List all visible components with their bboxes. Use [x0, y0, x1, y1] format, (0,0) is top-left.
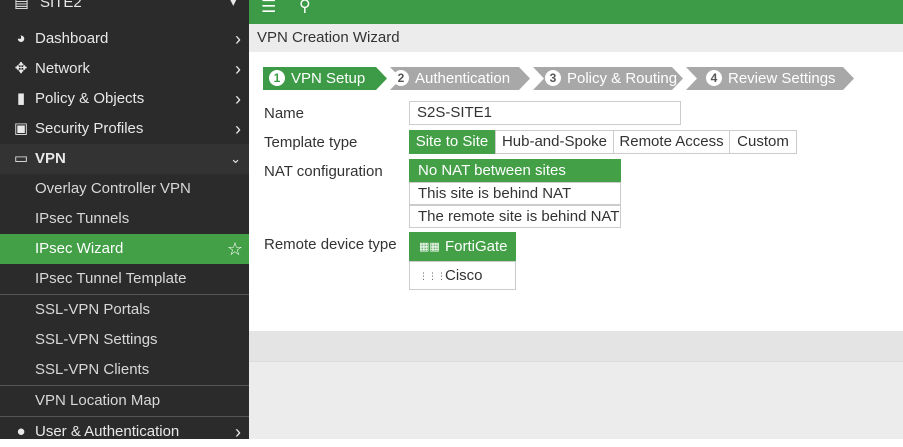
step-number: 4: [706, 70, 722, 86]
chevron-down-icon: ⌄: [230, 151, 241, 166]
sidebar-item-label: Network: [35, 60, 91, 77]
sidebar-subitem-ipsec-tunnel-template[interactable]: IPsec Tunnel Template: [0, 264, 249, 294]
device-label: FortiGate: [445, 238, 508, 255]
sidebar-item-label: VPN: [35, 150, 66, 167]
sidebar-item-policy-objects[interactable]: ▮ Policy & Objects ›: [0, 84, 249, 114]
nat-option-remote-site[interactable]: The remote site is behind NAT: [409, 205, 621, 228]
sidebar-subitem-vpn-location-map[interactable]: VPN Location Map: [0, 386, 249, 416]
sidebar-subitem-ipsec-tunnels[interactable]: IPsec Tunnels: [0, 204, 249, 234]
sidebar-subitem-label: IPsec Tunnels: [35, 210, 130, 227]
site-selector[interactable]: ▤ SITE2 ▾: [0, 0, 249, 14]
sidebar: ▤ SITE2 ▾ ◕ Dashboard › ✥ Network › ▮ Po…: [0, 0, 249, 442]
sidebar-item-label: Dashboard: [35, 30, 109, 47]
sidebar-item-label: User & Authentication: [35, 423, 180, 440]
sidebar-subitem-overlay-controller[interactable]: Overlay Controller VPN: [0, 174, 249, 204]
step-number: 1: [269, 70, 285, 86]
template-type-label: Template type: [264, 134, 358, 151]
name-label: Name: [264, 105, 305, 122]
top-bar: ☰ ⚲: [249, 0, 903, 24]
sidebar-item-vpn[interactable]: ▭ VPN ⌄: [0, 144, 249, 174]
nat-option-none[interactable]: No NAT between sites: [409, 159, 621, 182]
step-label: Review Settings: [728, 70, 836, 87]
name-input[interactable]: S2S-SITE1: [409, 101, 681, 125]
dashboard-icon: ◕: [16, 30, 26, 47]
chevron-right-icon: ›: [235, 89, 241, 109]
sidebar-subitem-ssl-vpn-settings[interactable]: SSL-VPN Settings: [0, 325, 249, 355]
sidebar-subitem-ssl-vpn-clients[interactable]: SSL-VPN Clients: [0, 355, 249, 385]
cisco-icon: ⋮⋮⋮: [419, 271, 446, 281]
step-vpn-setup: 1 VPN Setup: [269, 67, 365, 90]
monitor-icon: ▭: [13, 150, 29, 167]
chevron-right-icon: ›: [235, 29, 241, 49]
sidebar-subitem-ipsec-wizard[interactable]: IPsec Wizard ☆: [0, 234, 249, 264]
nat-option-this-site[interactable]: This site is behind NAT: [409, 182, 621, 205]
step-review-settings: 4 Review Settings: [706, 67, 836, 90]
sidebar-item-network[interactable]: ✥ Network ›: [0, 54, 249, 84]
chevron-right-icon: ›: [235, 59, 241, 79]
sidebar-item-security-profiles[interactable]: ▣ Security Profiles ›: [0, 114, 249, 144]
fortigate-icon: ▦▦: [419, 241, 440, 253]
sidebar-item-label: Policy & Objects: [35, 90, 145, 107]
step-number: 3: [545, 70, 561, 86]
sidebar-item-dashboard[interactable]: ◕ Dashboard ›: [0, 24, 249, 54]
sidebar-subitem-label: SSL-VPN Settings: [35, 331, 158, 348]
sidebar-item-label: Security Profiles: [35, 120, 144, 137]
star-icon[interactable]: ☆: [227, 234, 243, 264]
sidebar-subitem-label: IPsec Tunnel Template: [35, 270, 187, 287]
template-hub-and-spoke[interactable]: Hub-and-Spoke: [495, 130, 614, 154]
template-site-to-site[interactable]: Site to Site: [409, 130, 495, 154]
sidebar-subitem-label: Overlay Controller VPN: [35, 180, 191, 197]
user-icon: ●: [16, 423, 26, 440]
footer-area: [249, 331, 903, 439]
step-label: Policy & Routing: [567, 70, 678, 87]
device-fortigate[interactable]: ▦▦ FortiGate: [409, 232, 516, 261]
template-remote-access[interactable]: Remote Access: [613, 130, 730, 154]
device-cisco[interactable]: ⋮⋮⋮ Cisco: [409, 261, 516, 290]
step-label: VPN Setup: [291, 70, 366, 87]
nat-config-label: NAT configuration: [264, 163, 383, 180]
device-label: Cisco: [445, 267, 483, 284]
breadcrumb: VPN Creation Wizard: [249, 24, 903, 52]
chevron-down-icon: ▾: [230, 0, 237, 9]
step-number: 2: [393, 70, 409, 86]
template-custom[interactable]: Custom: [729, 130, 797, 154]
chevron-right-icon: ›: [235, 422, 241, 442]
sidebar-subitem-ssl-vpn-portals[interactable]: SSL-VPN Portals: [0, 295, 249, 325]
network-icon: ✥: [14, 60, 28, 77]
step-policy-routing: 3 Policy & Routing: [545, 67, 677, 90]
sidebar-subitem-label: SSL-VPN Portals: [35, 301, 151, 318]
policy-icon: ▮: [16, 90, 26, 107]
site-icon: ▤: [14, 0, 30, 11]
sidebar-subitem-label: IPsec Wizard: [35, 240, 124, 257]
site-label: SITE2: [40, 0, 82, 11]
page-title: VPN Creation Wizard: [257, 29, 400, 46]
sidebar-item-user-auth[interactable]: ● User & Authentication ›: [0, 417, 249, 447]
menu-icon[interactable]: ☰: [261, 0, 276, 17]
sidebar-subitem-label: SSL-VPN Clients: [35, 361, 150, 378]
search-icon[interactable]: ⚲: [299, 0, 311, 16]
step-authentication: 2 Authentication: [393, 67, 510, 90]
step-label: Authentication: [415, 70, 511, 87]
sidebar-subitem-label: VPN Location Map: [35, 392, 161, 409]
remote-device-label: Remote device type: [264, 236, 397, 253]
lock-icon: ▣: [13, 120, 29, 137]
chevron-right-icon: ›: [235, 119, 241, 139]
